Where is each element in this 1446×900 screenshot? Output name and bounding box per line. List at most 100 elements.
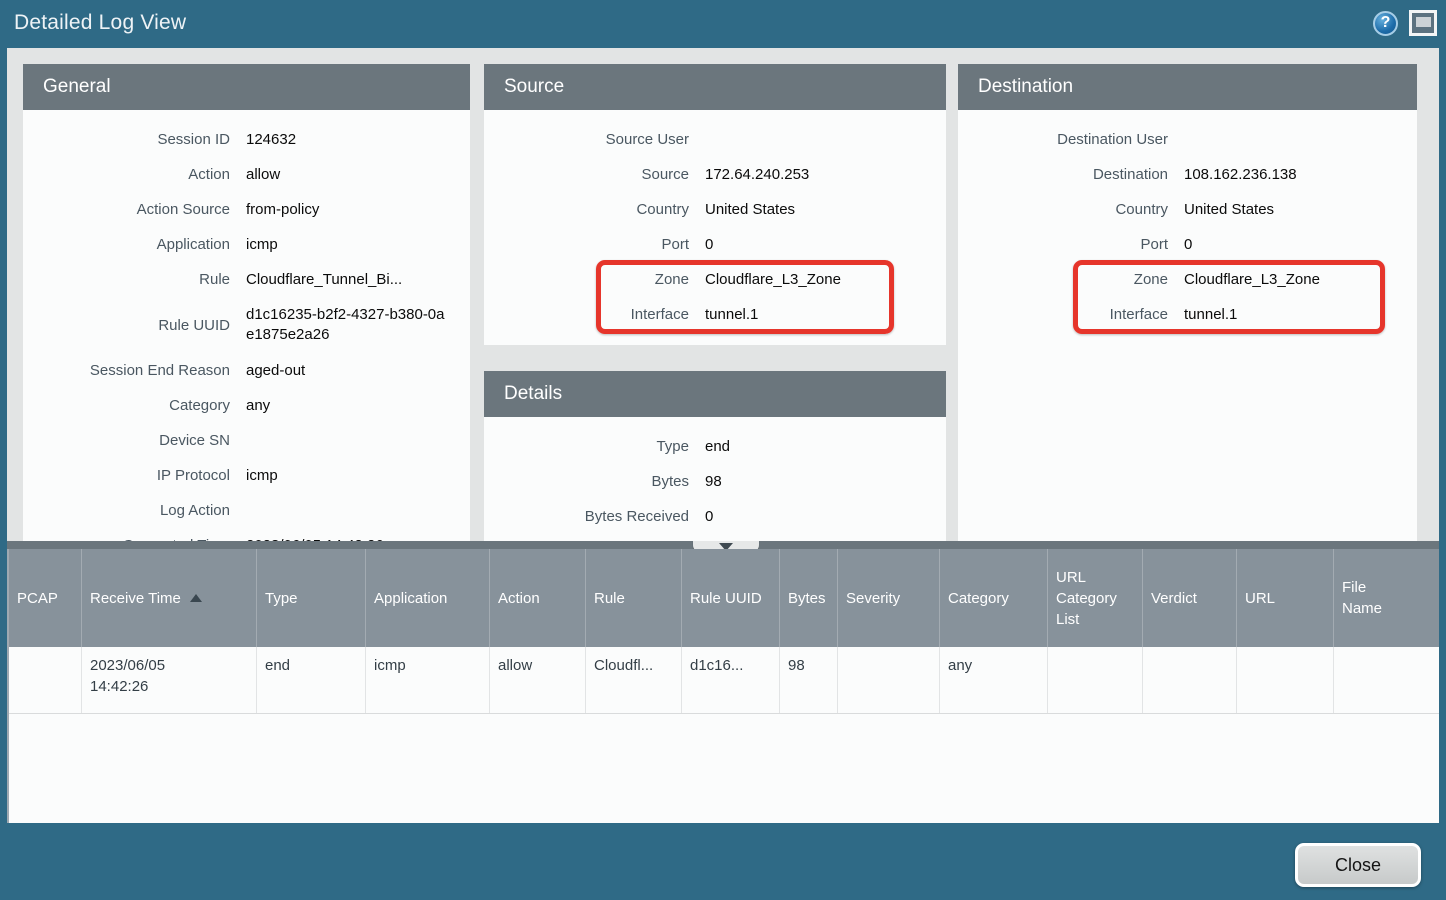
field-label: Country [484,201,689,218]
column-header-category[interactable]: Category [940,549,1048,647]
log-table-row[interactable]: 2023/06/05 14:42:26 end icmp allow Cloud… [9,647,1439,714]
cell-pcap [9,647,82,713]
field-row-destination-user: Destination User [958,122,1417,157]
general-panel-header: General [23,64,470,110]
table-header-row: PCAP Receive Time Type Application Actio… [9,549,1439,647]
field-value: aged-out [246,361,305,381]
field-value: 124632 [246,130,296,150]
column-header-file-name[interactable]: File Name [1334,549,1441,647]
field-label: Session ID [23,131,230,148]
details-panel-header: Details [484,371,946,417]
cell-file-name [1334,647,1441,713]
cell-verdict [1143,647,1237,713]
field-row-country: Country United States [958,192,1417,227]
field-value: end [705,437,730,457]
field-value: United States [1184,200,1274,220]
column-header-application[interactable]: Application [366,549,490,647]
column-header-url-category-list[interactable]: URL Category List [1048,549,1143,647]
column-header-receive-time[interactable]: Receive Time [82,549,257,647]
field-row-log-action: Log Action [23,493,470,528]
details-panel: Details Typeend Bytes 98 Bytes Received 0 [484,371,946,541]
field-label: IP Protocol [23,467,230,484]
field-row-port: Port 0 [958,227,1417,262]
field-row-bytes: Bytes 98 [484,464,946,499]
field-value: 98 [705,472,722,492]
maximize-icon[interactable] [1409,10,1437,36]
field-row-session-id: Session ID 124632 [23,122,470,157]
column-header-bytes[interactable]: Bytes [780,549,838,647]
field-row-source-user: Source User [484,122,946,157]
column-header-type[interactable]: Type [257,549,366,647]
column-header-action[interactable]: Action [490,549,586,647]
cell-action: allow [490,647,586,713]
field-value: United States [705,200,795,220]
field-label: Session End Reason [23,362,230,379]
field-label: Interface [484,306,689,323]
field-row-zone: ZoneCloudflare_L3_Zone [484,262,946,297]
field-label: Action [23,166,230,183]
field-label: Bytes [484,473,689,490]
cell-rule-uuid: d1c16... [682,647,780,713]
field-label: Action Source [23,201,230,218]
column-header-pcap[interactable]: PCAP [9,549,82,647]
field-label: Country [958,201,1168,218]
destination-panel: Destination Destination User Destination… [958,64,1417,541]
column-header-verdict[interactable]: Verdict [1143,549,1237,647]
field-value: Cloudflare_L3_Zone [1184,270,1320,290]
field-label: Zone [484,271,689,288]
sort-ascending-icon [190,594,202,602]
field-row-session-end-reason: Session End Reason aged-out [23,353,470,388]
field-label: Port [958,236,1168,253]
cell-severity [838,647,940,713]
field-label: Source User [484,131,689,148]
column-header-url[interactable]: URL [1237,549,1334,647]
cell-category: any [940,647,1048,713]
field-row-application: Application icmp [23,227,470,262]
field-label: Application [23,236,230,253]
field-value: Cloudflare_Tunnel_Bi... [246,270,402,290]
field-row-zone: Zone Cloudflare_L3_Zone [958,262,1417,297]
field-label: Device SN [23,432,230,449]
destination-zone-interface-group: ZoneCloudflare_L3_Zone Interfacetunnel.1 [958,262,1417,332]
source-panel-header: Source [484,64,946,110]
field-value: any [246,396,270,416]
maximize-icon-inner [1416,17,1431,27]
field-row-generated-time: Generated Time2023/06/05 14:42:26 [23,528,470,541]
field-value: 0 [1184,235,1192,255]
source-panel: Source Source User Source172.64.240.253 … [484,64,946,345]
general-panel: General Session ID 124632 Action allow Act… [23,64,470,541]
field-value: allow [246,165,280,185]
field-row-category: Categoryany [23,388,470,423]
field-row-rule-uuid: Rule UUIDd1c16235-b2f2-4327-b380-0ae1875… [23,297,470,353]
field-value: 108.162.236.138 [1184,165,1297,185]
field-label: Destination User [958,131,1168,148]
field-label: Destination [958,166,1168,183]
column-header-rule[interactable]: Rule [586,549,682,647]
field-row-action-source: Action Source from-policy [23,192,470,227]
field-label: Interface [958,306,1168,323]
dialog-title: Detailed Log View [14,11,186,35]
field-label: Bytes Received [484,508,689,525]
field-row-bytes-received: Bytes Received 0 [484,499,946,534]
column-header-rule-uuid[interactable]: Rule UUID [682,549,780,647]
field-value: icmp [246,235,278,255]
help-glyph: ? [1381,14,1391,32]
field-value: 0 [705,507,713,527]
source-zone-interface-group: ZoneCloudflare_L3_Zone Interfacetunnel.1 [484,262,946,332]
field-row-port: Port 0 [484,227,946,262]
field-value: icmp [246,466,278,486]
field-row-destination: Destination 108.162.236.138 [958,157,1417,192]
field-label: Port [484,236,689,253]
titlebar: Detailed Log View ? [0,0,1446,48]
field-row-device-sn: Device SN [23,423,470,458]
column-header-severity[interactable]: Severity [838,549,940,647]
help-icon[interactable]: ? [1373,11,1398,36]
field-value: 0 [705,235,713,255]
field-label: Log Action [23,502,230,519]
field-label: Rule [23,271,230,288]
field-label: Zone [958,271,1168,288]
field-row-type: Typeend [484,429,946,464]
field-value: from-policy [246,200,319,220]
close-button[interactable]: Close [1295,843,1421,887]
field-row-source: Source172.64.240.253 [484,157,946,192]
